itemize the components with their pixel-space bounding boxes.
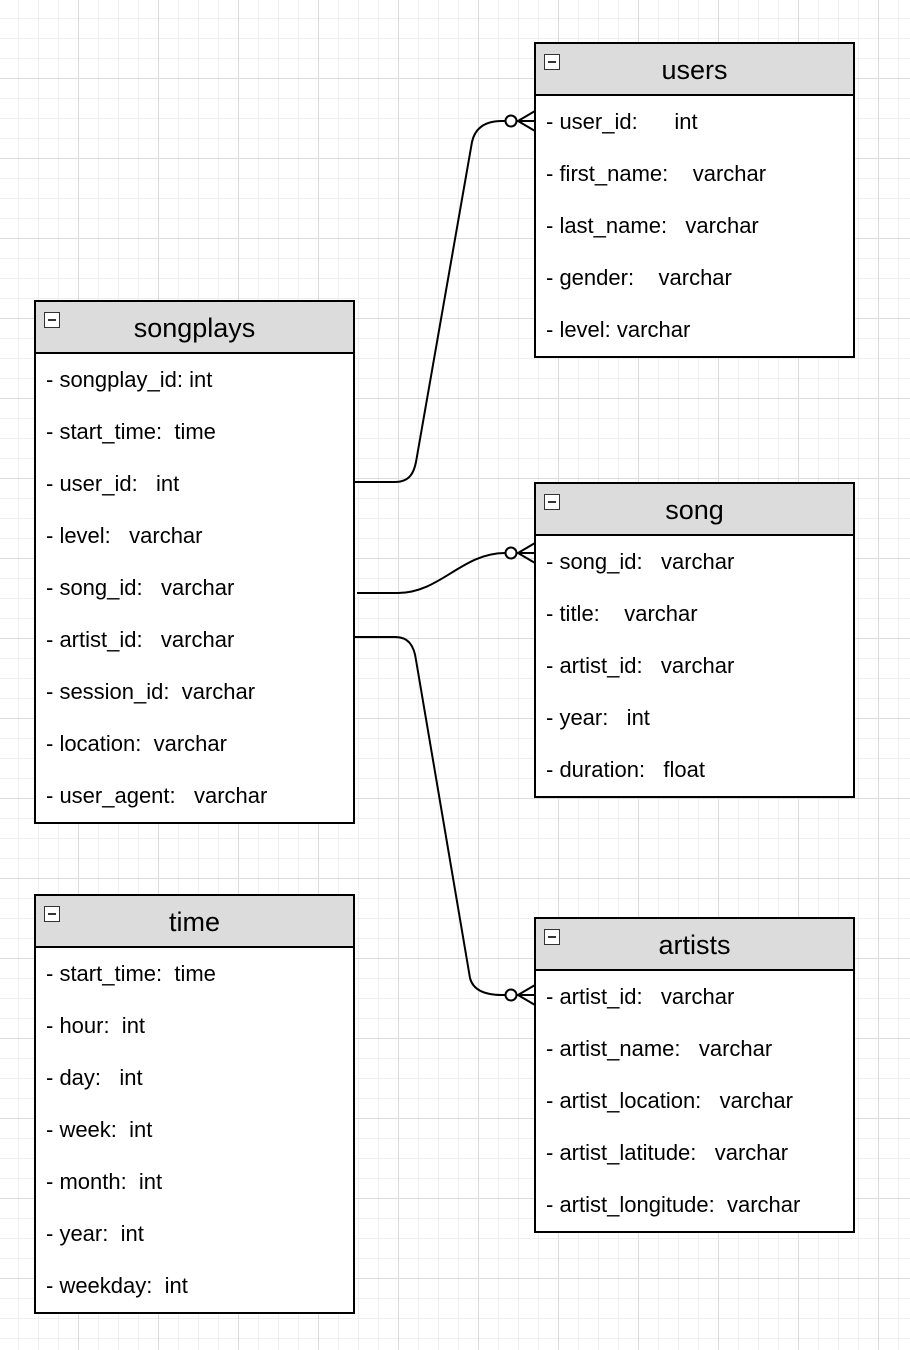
entity-field[interactable]: - gender: varchar <box>536 252 853 304</box>
entity-field[interactable]: - month: int <box>36 1156 353 1208</box>
entity-time-header[interactable]: time <box>36 896 353 948</box>
collapse-icon[interactable] <box>544 494 560 510</box>
entity-field[interactable]: - session_id: varchar <box>36 666 353 718</box>
entity-artists-fields: - artist_id: varchar - artist_name: varch… <box>536 971 853 1231</box>
entity-song-header[interactable]: song <box>536 484 853 536</box>
entity-field[interactable]: - title: varchar <box>536 588 853 640</box>
entity-users-header[interactable]: users <box>536 44 853 96</box>
entity-artists-header[interactable]: artists <box>536 919 853 971</box>
entity-users-fields: - user_id: int - first_name: varchar - las… <box>536 96 853 356</box>
entity-field[interactable]: - artist_id: varchar <box>536 971 853 1023</box>
entity-field[interactable]: - weekday: int <box>36 1260 353 1312</box>
entity-songplays-fields: - songplay_id: int - start_time: time - us… <box>36 354 353 822</box>
entity-title: users <box>661 55 728 85</box>
collapse-icon[interactable] <box>44 906 60 922</box>
entity-field[interactable]: - duration: float <box>536 744 853 796</box>
entity-title: time <box>168 907 220 937</box>
entity-field[interactable]: - start_time: time <box>36 948 353 1000</box>
entity-field[interactable]: - song_id: varchar <box>36 562 353 614</box>
entity-field[interactable]: - year: int <box>36 1208 353 1260</box>
entity-field[interactable]: - artist_longitude: varchar <box>536 1179 853 1231</box>
entity-field[interactable]: - level: varchar <box>536 304 853 356</box>
connector-songplays-song[interactable] <box>357 552 510 594</box>
entity-field[interactable]: - location: varchar <box>36 718 353 770</box>
entity-field[interactable]: - user_agent: varchar <box>36 770 353 822</box>
crowsfoot-artists-marker <box>504 984 536 1006</box>
entity-field[interactable]: - last_name: varchar <box>536 200 853 252</box>
entity-field[interactable]: - week: int <box>36 1104 353 1156</box>
entity-time[interactable]: time - start_time: time - hour: int - day:… <box>34 894 355 1314</box>
entity-field[interactable]: - start_time: time <box>36 406 353 458</box>
entity-artists[interactable]: artists - artist_id: varchar - artist_nam… <box>534 917 855 1233</box>
entity-songplays-header[interactable]: songplays <box>36 302 353 354</box>
entity-title: song <box>665 495 724 525</box>
crowsfoot-users-marker <box>504 110 536 132</box>
entity-field[interactable]: - first_name: varchar <box>536 148 853 200</box>
connector-songplays-users[interactable] <box>355 120 510 483</box>
entity-field[interactable]: - songplay_id: int <box>36 354 353 406</box>
collapse-icon[interactable] <box>544 54 560 70</box>
entity-field[interactable]: - artist_latitude: varchar <box>536 1127 853 1179</box>
entity-field[interactable]: - day: int <box>36 1052 353 1104</box>
entity-field[interactable]: - artist_id: varchar <box>36 614 353 666</box>
entity-field[interactable]: - artist_id: varchar <box>536 640 853 692</box>
entity-field[interactable]: - artist_location: varchar <box>536 1075 853 1127</box>
entity-song-fields: - song_id: varchar - title: varchar - arti… <box>536 536 853 796</box>
entity-field[interactable]: - user_id: int <box>36 458 353 510</box>
entity-users[interactable]: users - user_id: int - first_name: varcha… <box>534 42 855 358</box>
entity-title: artists <box>658 930 731 960</box>
entity-time-fields: - start_time: time - hour: int - day: int -… <box>36 948 353 1312</box>
entity-field[interactable]: - year: int <box>536 692 853 744</box>
entity-song[interactable]: song - song_id: varchar - title: varchar -… <box>534 482 855 798</box>
entity-field[interactable]: - song_id: varchar <box>536 536 853 588</box>
entity-field[interactable]: - user_id: int <box>536 96 853 148</box>
entity-field[interactable]: - level: varchar <box>36 510 353 562</box>
crowsfoot-song-marker <box>504 542 536 564</box>
entity-field[interactable]: - artist_name: varchar <box>536 1023 853 1075</box>
collapse-icon[interactable] <box>44 312 60 328</box>
collapse-icon[interactable] <box>544 929 560 945</box>
connector-songplays-artists[interactable] <box>355 636 510 996</box>
entity-title: songplays <box>133 313 256 343</box>
entity-field[interactable]: - hour: int <box>36 1000 353 1052</box>
entity-songplays[interactable]: songplays - songplay_id: int - start_time… <box>34 300 355 824</box>
